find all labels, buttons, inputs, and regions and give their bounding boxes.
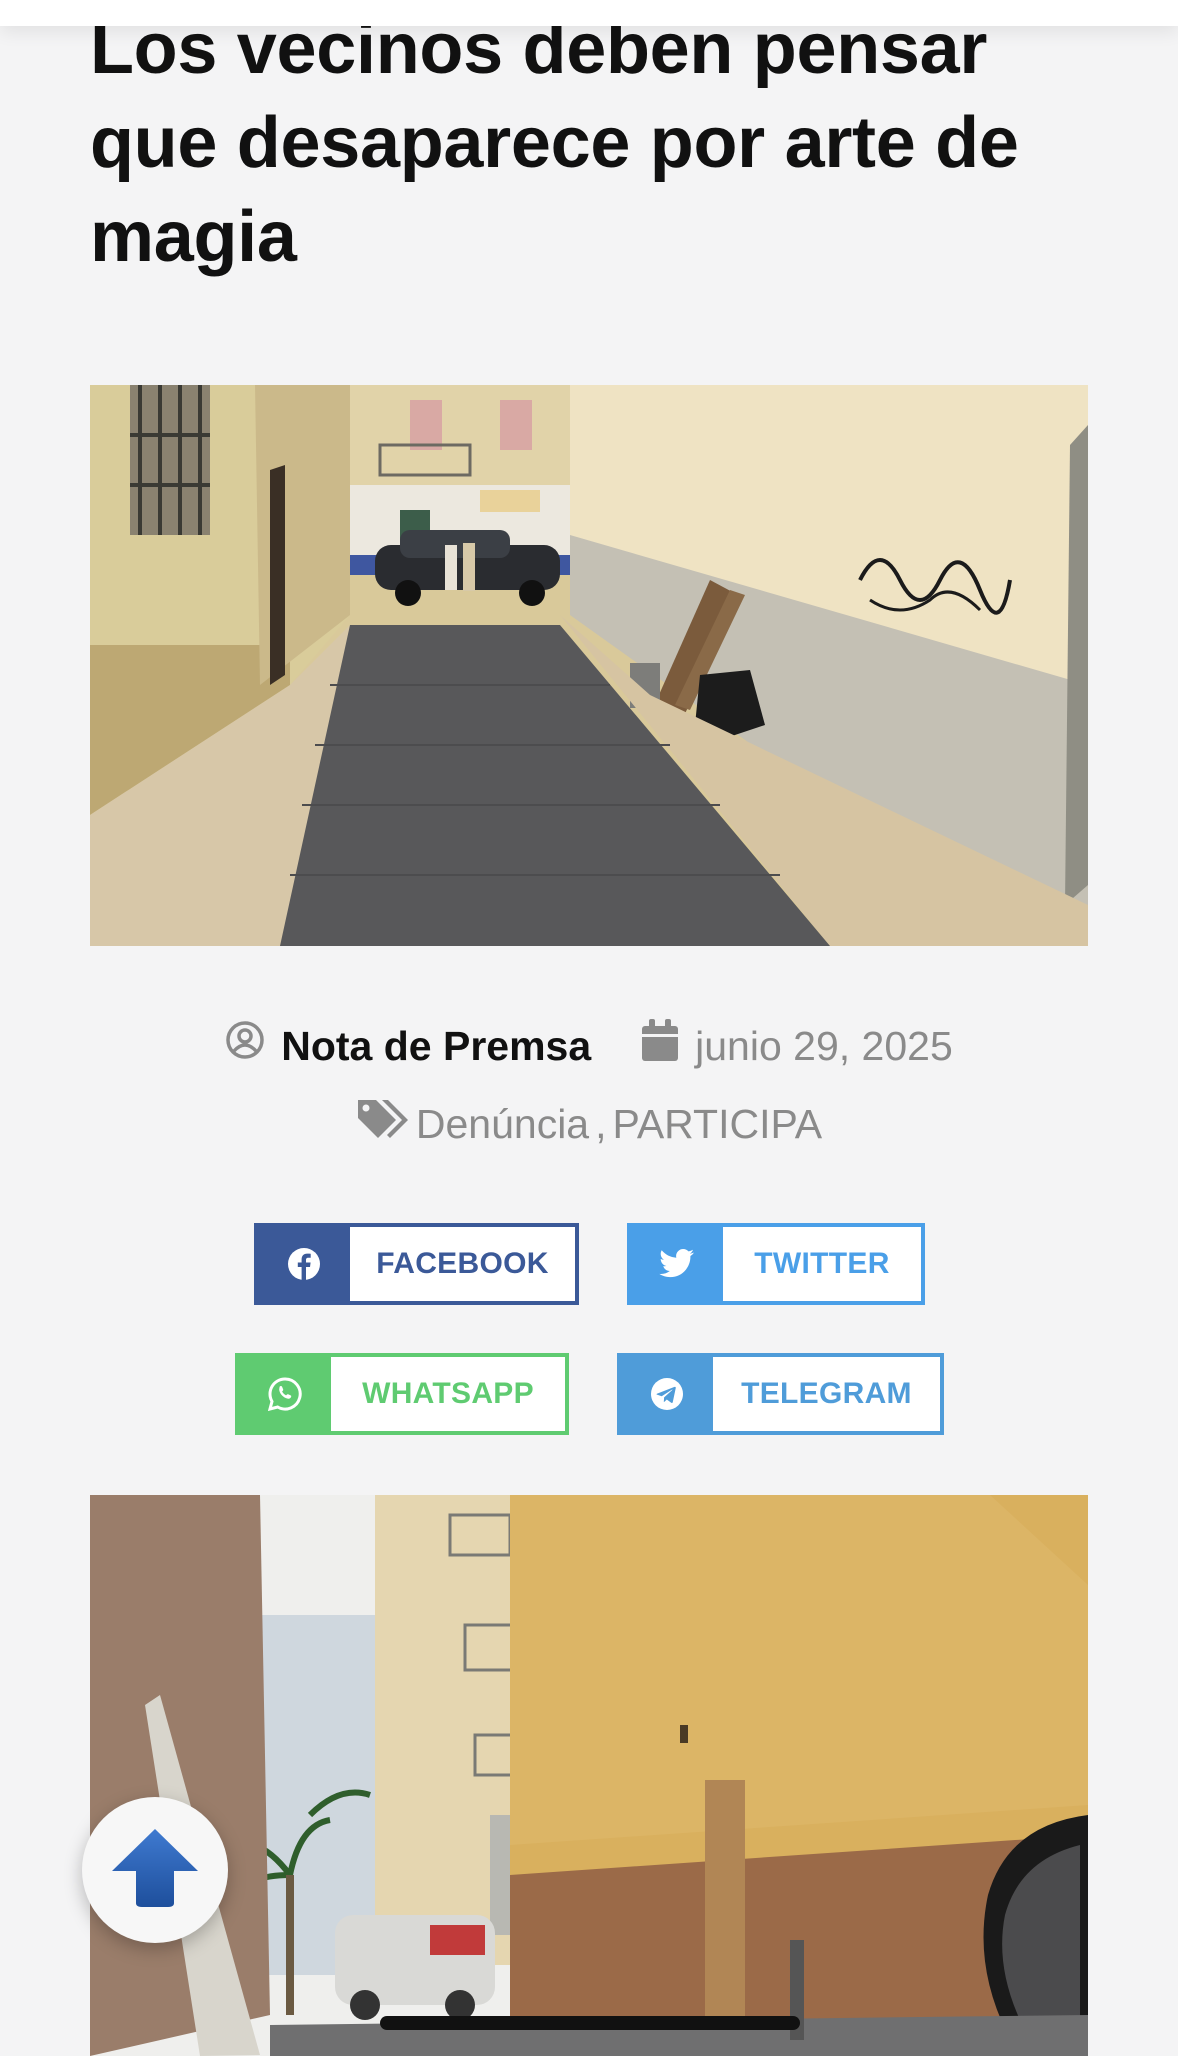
featured-image	[90, 385, 1088, 946]
share-twitter-button[interactable]: TWITTER	[627, 1223, 925, 1305]
share-whatsapp-label: WHATSAPP	[362, 1377, 534, 1410]
post-categories: Denúncia, PARTICIPA	[0, 1096, 1178, 1151]
facebook-icon	[258, 1227, 350, 1301]
arrow-up-icon	[110, 1827, 200, 1914]
twitter-icon	[631, 1227, 723, 1301]
telegram-icon	[621, 1357, 713, 1431]
home-indicator	[380, 2016, 800, 2030]
article-title: Los vecinos deben pensar que desaparece …	[90, 9, 1019, 277]
user-circle-icon	[225, 1020, 265, 1071]
article-image	[90, 1495, 1088, 2056]
category-link-denuncia[interactable]: Denúncia	[416, 1099, 589, 1149]
post-author[interactable]: Nota de Premsa	[225, 1020, 591, 1071]
category-separator: ,	[595, 1100, 607, 1147]
whatsapp-icon	[239, 1357, 331, 1431]
post-date: junio 29, 2025	[641, 1018, 953, 1073]
author-name[interactable]: Nota de Premsa	[281, 1021, 591, 1071]
share-twitter-label: TWITTER	[754, 1247, 890, 1280]
category-link-participa[interactable]: PARTICIPA	[613, 1099, 823, 1149]
tags-icon	[356, 1096, 410, 1151]
share-facebook-label: FACEBOOK	[376, 1247, 549, 1280]
scroll-to-top-button[interactable]	[82, 1797, 228, 1943]
calendar-icon	[641, 1018, 679, 1073]
share-telegram-label: TELEGRAM	[741, 1377, 912, 1410]
top-header-bar	[0, 0, 1178, 26]
post-meta: Nota de Premsa junio 29, 2025	[0, 1018, 1178, 1073]
share-facebook-button[interactable]: FACEBOOK	[254, 1223, 579, 1305]
share-telegram-button[interactable]: TELEGRAM	[617, 1353, 944, 1435]
date-text: junio 29, 2025	[695, 1022, 953, 1069]
share-whatsapp-button[interactable]: WHATSAPP	[235, 1353, 569, 1435]
